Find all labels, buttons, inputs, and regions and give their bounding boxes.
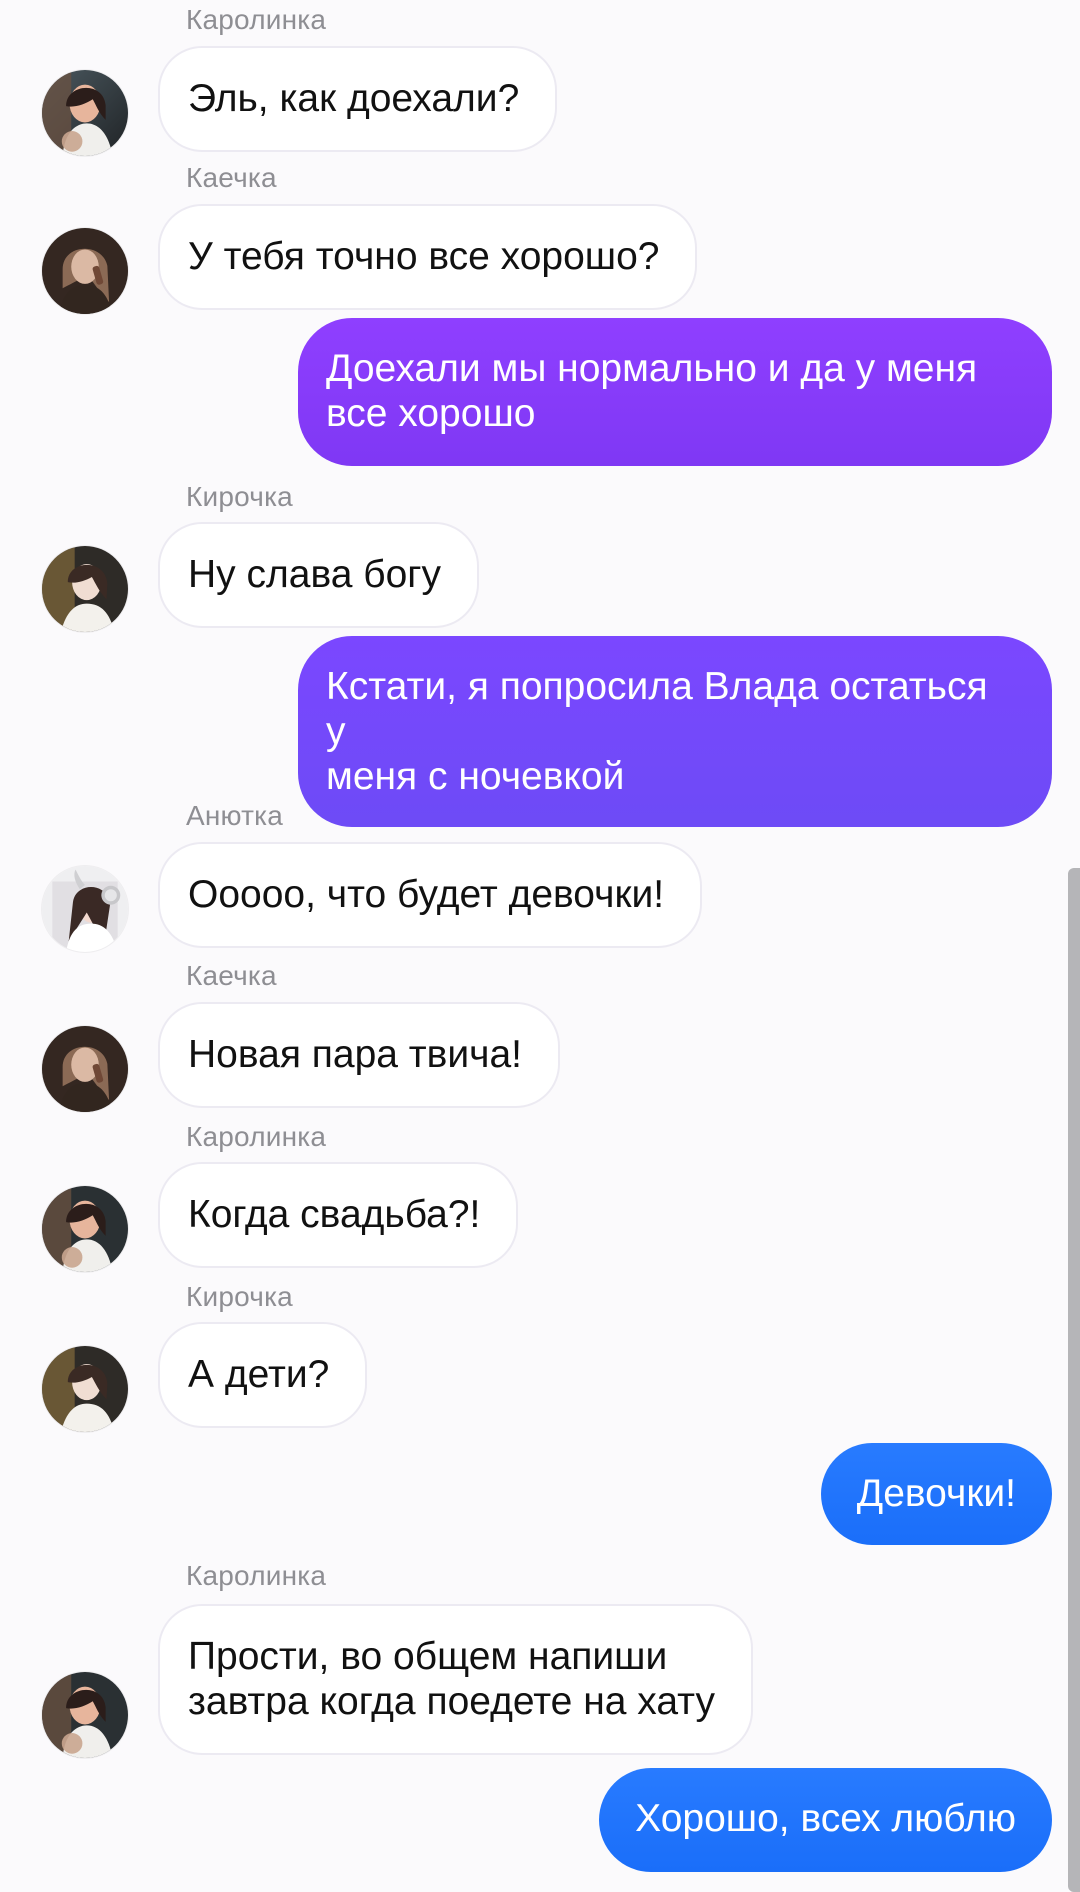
anyutka-avatar-icon[interactable] bbox=[42, 866, 128, 952]
kirochka-avatar-icon[interactable] bbox=[42, 1346, 128, 1432]
message-bubble-incoming[interactable]: Прости, во общем напиши завтра когда пое… bbox=[158, 1604, 753, 1755]
sender-name: Анютка bbox=[186, 800, 283, 831]
message-bubble-incoming[interactable]: Ну слава богу bbox=[158, 522, 480, 628]
scrollbar[interactable] bbox=[1068, 868, 1080, 1892]
sender-name: Каролинка bbox=[186, 1560, 327, 1591]
message-bubble-incoming[interactable]: Новая пара твича! bbox=[158, 1002, 561, 1108]
kaechka-avatar-icon[interactable] bbox=[42, 1026, 128, 1112]
message-bubble-outgoing[interactable]: Доехали мы нормально и да у меня все хор… bbox=[298, 318, 1052, 466]
sender-name: Каечка bbox=[186, 960, 277, 991]
message-bubble-incoming[interactable]: У тебя точно все хорошо? bbox=[158, 204, 698, 310]
sender-name: Кирочка bbox=[186, 481, 293, 512]
message-bubble-outgoing[interactable]: Девочки! bbox=[820, 1443, 1052, 1545]
kaechka-avatar-icon[interactable] bbox=[42, 228, 128, 314]
message-bubble-incoming[interactable]: Ооооо, что будет девочки! bbox=[158, 842, 703, 948]
sender-name: Каролинка bbox=[186, 4, 327, 35]
karolinka-avatar-icon[interactable] bbox=[42, 70, 128, 156]
kirochka-avatar-icon[interactable] bbox=[42, 546, 128, 632]
message-bubble-incoming[interactable]: Когда свадьба?! bbox=[158, 1162, 519, 1268]
message-bubble-incoming[interactable]: Эль, как доехали? bbox=[158, 46, 558, 152]
message-bubble-incoming[interactable]: А дети? bbox=[158, 1322, 368, 1428]
sender-name: Каролинка bbox=[186, 1121, 327, 1152]
karolinka-avatar-icon[interactable] bbox=[42, 1186, 128, 1272]
chat-thread[interactable]: Каролинка Эль, как доехали? Каечка У теб… bbox=[0, 0, 1080, 1892]
message-bubble-outgoing[interactable]: Кстати, я попросила Влада остаться у мен… bbox=[298, 636, 1052, 827]
sender-name: Кирочка bbox=[186, 1281, 293, 1312]
message-bubble-outgoing[interactable]: Хорошо, всех люблю bbox=[599, 1768, 1052, 1872]
sender-name: Каечка bbox=[186, 162, 277, 193]
karolinka-avatar-icon[interactable] bbox=[42, 1672, 128, 1758]
